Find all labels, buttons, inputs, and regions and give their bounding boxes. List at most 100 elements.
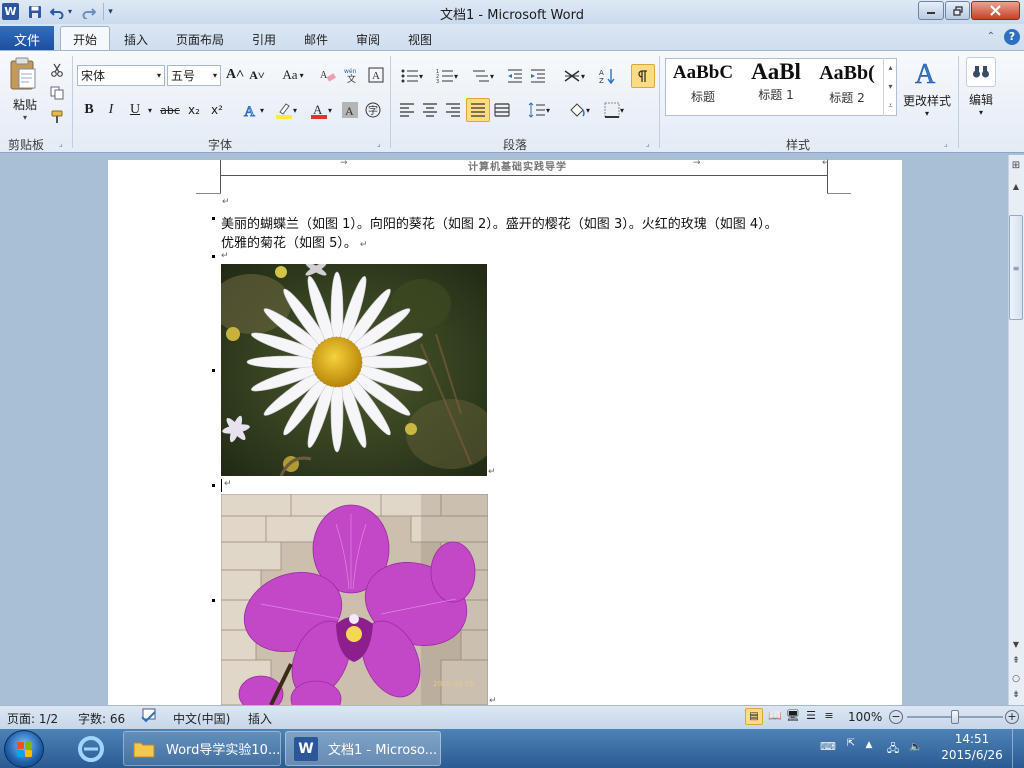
style-item-title[interactable]: AaBbC 标题 [668,62,738,112]
multilevel-list-button[interactable]: ▾ [467,65,499,87]
pinned-app-ie-icon[interactable] [70,731,112,766]
insert-mode-indicator[interactable]: 插入 [248,710,272,727]
zoom-slider-thumb[interactable] [951,710,959,724]
clear-formatting-icon[interactable]: A [318,64,338,86]
previous-page-icon[interactable]: ⇞ [1010,656,1022,668]
network-icon[interactable]: 🖧 [885,740,901,755]
grow-font-button[interactable]: A˄ [225,64,245,86]
distributed-align-icon[interactable] [492,99,512,121]
underline-button[interactable]: U [125,99,145,121]
minimize-button[interactable] [918,1,944,20]
style-item-heading-1[interactable]: AaBl 标题 1 [741,59,811,112]
scrollbar-thumb[interactable]: ≡ [1009,215,1023,320]
volume-icon[interactable]: 🔈 [908,740,924,754]
word-count[interactable]: 字数: 66 [78,710,125,727]
character-border-icon[interactable]: A [366,64,386,86]
language-indicator[interactable]: 中文(中国) [173,710,230,727]
format-painter-icon[interactable] [47,106,67,128]
proofing-icon[interactable] [140,708,158,724]
text-effects-button[interactable]: A ▾ [239,99,267,121]
superscript-button[interactable]: x² [207,99,227,121]
zoom-in-icon[interactable]: + [1005,710,1019,724]
cut-icon[interactable] [47,59,67,81]
align-center-icon[interactable] [420,99,440,121]
tab-review[interactable]: 审阅 [346,27,390,50]
font-size-combo[interactable]: 五号 ▾ [167,65,221,86]
taskbar-item-folder[interactable]: Word导学实验10... [123,731,281,766]
chevron-down-icon[interactable]: ▾ [884,77,897,96]
styles-launcher-icon[interactable]: ⌟ [944,139,953,148]
change-case-button[interactable]: Aa ▾ [278,64,308,86]
print-layout-view-icon[interactable]: ▤ [745,708,763,725]
borders-button[interactable]: ▾ [599,99,629,121]
strikethrough-button[interactable]: abc [158,99,182,121]
close-button[interactable] [971,1,1020,20]
numbering-button[interactable]: 1 2 3 ▾ [431,65,463,87]
web-layout-view-icon[interactable]: 🖥 [784,708,802,725]
zoom-out-icon[interactable]: − [889,710,903,724]
full-screen-reading-view-icon[interactable]: 📖 [766,708,784,725]
styles-scroll[interactable]: ▴ ▾ ⩡ [883,58,897,116]
align-right-icon[interactable] [443,99,463,121]
decrease-indent-icon[interactable] [505,65,525,87]
italic-button[interactable]: I [101,99,121,121]
phonetic-guide-icon[interactable]: wén 文 [343,64,363,86]
paragraph-launcher-icon[interactable]: ⌟ [646,139,655,148]
flower-photo-daisy[interactable] [221,264,487,476]
draft-view-icon[interactable]: ≡ [820,708,838,725]
show-desktop-button[interactable] [1012,729,1024,768]
font-launcher-icon[interactable]: ⌟ [377,139,386,148]
editing-button[interactable]: 编辑 ▾ [963,57,999,123]
enclose-characters-icon[interactable]: 字 [363,99,383,121]
taskbar-item-word[interactable]: W 文档1 - Microso... [285,731,441,766]
input-method-icon[interactable]: ⇱ [843,738,859,752]
body-paragraph-line-2[interactable]: 优雅的菊花（如图 5）。 ↵ [221,232,841,251]
clipboard-launcher-icon[interactable]: ⌟ [59,139,68,148]
highlight-button[interactable]: ▾ [270,99,302,121]
page-count[interactable]: 页面: 1/2 [7,710,58,727]
restore-button[interactable] [945,1,970,20]
show-paragraph-marks-icon[interactable] [631,64,655,88]
flower-photo-orchid[interactable]: 2015-03-26 [221,494,488,705]
show-hidden-icons-icon[interactable]: ▲ [862,740,876,754]
paste-button[interactable]: 粘贴 ▾ [8,57,42,125]
scroll-up-icon[interactable]: ▲ [1010,182,1022,196]
tab-file[interactable]: 文件 [0,26,54,50]
sort-icon[interactable]: AZ [597,65,619,87]
change-styles-button[interactable]: A 更改样式 ▾ [901,57,953,121]
next-page-icon[interactable]: ⇟ [1010,690,1022,702]
copy-icon[interactable] [47,82,67,104]
character-shading-icon[interactable]: A [340,99,360,121]
tab-view[interactable]: 视图 [398,27,442,50]
align-left-icon[interactable] [397,99,417,121]
bold-button[interactable]: B [79,99,99,121]
chevron-up-icon[interactable]: ▴ [884,58,897,77]
scroll-down-icon[interactable]: ▼ [1010,640,1022,654]
bullets-button[interactable]: ▾ [397,65,427,87]
clock[interactable]: 14:51 2015/6/26 [940,732,1004,766]
shrink-font-button[interactable]: A˅ [247,64,267,86]
outline-view-icon[interactable]: ☰ [802,708,820,725]
font-name-combo[interactable]: 宋体 ▾ [77,65,165,86]
help-icon[interactable]: ? [1004,29,1020,45]
tab-home[interactable]: 开始 [60,26,110,51]
justify-icon[interactable] [466,98,490,122]
increase-indent-icon[interactable] [528,65,548,87]
tab-mailings[interactable]: 邮件 [294,27,338,50]
style-item-heading-2[interactable]: AaBb( 标题 2 [812,62,882,112]
shading-button[interactable]: ▾ [564,99,594,121]
browse-object-icon[interactable]: ○ [1010,674,1022,686]
ruler-toggle-icon[interactable]: ⊞ [1010,160,1022,176]
more-styles-icon[interactable]: ⩡ [884,96,897,115]
line-spacing-button[interactable]: ▾ [524,99,554,121]
underline-dropdown-icon[interactable]: ▾ [145,99,155,121]
keyboard-icon[interactable]: ⌨ [820,740,836,754]
body-paragraph-line-1[interactable]: 美丽的蝴蝶兰（如图 1）。向阳的葵花（如图 2）。盛开的樱花（如图 3）。火红的… [221,213,841,232]
tab-references[interactable]: 引用 [242,27,286,50]
chinese-layout-button[interactable]: ▾ [559,65,589,87]
zoom-level[interactable]: 100% [848,710,882,724]
tab-insert[interactable]: 插入 [114,27,158,50]
start-button[interactable] [4,730,44,768]
font-color-button[interactable]: A ▾ [306,99,336,121]
tab-page-layout[interactable]: 页面布局 [166,27,234,50]
